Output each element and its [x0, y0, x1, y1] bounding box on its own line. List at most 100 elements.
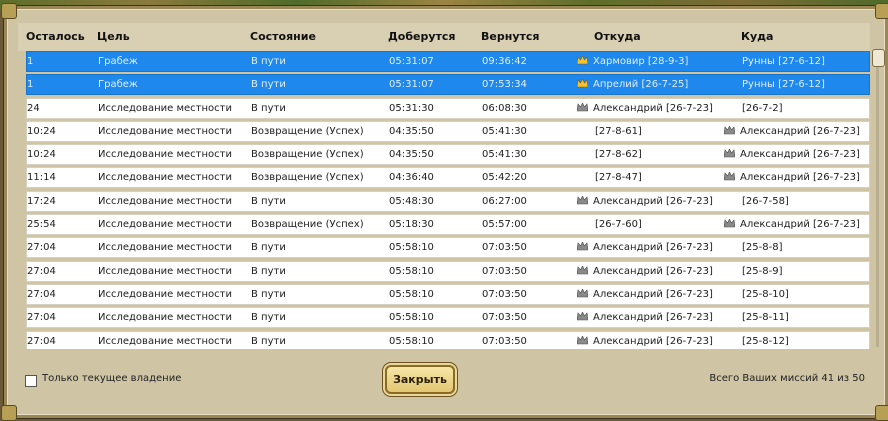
cell-remaining-text: 24: [27, 102, 40, 114]
cell-return: 07:03:50: [482, 332, 527, 349]
column-header-arrive[interactable]: Доберутся: [388, 23, 456, 51]
crown-icon: [577, 56, 593, 67]
table-row[interactable]: 25:54 Исследование местности Возвращение (…: [26, 214, 870, 236]
table-row[interactable]: 27:04 Исследование местности В пути 05:58:1…: [26, 237, 870, 259]
cell-remaining: 24: [27, 99, 40, 118]
cell-from: Апрелий [26-7-25]: [577, 75, 688, 94]
cell-remaining-text: 10:24: [27, 125, 56, 137]
cell-remaining-text: 1: [27, 79, 34, 91]
cell-target-text: Исследование местности: [98, 125, 232, 137]
cell-to: Рунны [27-6-12]: [742, 52, 825, 71]
cell-arrive: 04:35:50: [389, 145, 434, 164]
cell-target-text: Исследование местности: [98, 288, 232, 300]
cell-return-text: 07:03:50: [482, 265, 527, 277]
cell-target: Исследование местности: [98, 215, 232, 234]
cell-to-text: Александрий [26-7-23]: [740, 149, 860, 161]
cell-from: Александрий [26-7-23]: [577, 332, 713, 349]
table-row[interactable]: 1 Грабеж В пути 05:31:07 07:53:34 Апрелий [26…: [26, 74, 870, 96]
cell-return: 05:57:00: [482, 215, 527, 234]
cell-to: [25-8-8]: [742, 238, 782, 257]
cell-remaining-text: 17:24: [27, 195, 56, 207]
cell-status: Возвращение (Успех): [251, 215, 364, 234]
cell-from-text: Хармовир [28-9-3]: [593, 56, 689, 67]
cell-from: Александрий [26-7-23]: [577, 285, 713, 304]
table-row[interactable]: 10:24 Исследование местности Возвращение (…: [26, 120, 870, 142]
cell-to: Александрий [26-7-23]: [724, 168, 860, 187]
cell-status: Возвращение (Успех): [251, 122, 364, 141]
crown-icon: [577, 312, 593, 323]
cell-target: Исследование местности: [98, 122, 232, 141]
cell-remaining: 27:04: [27, 238, 56, 257]
cell-from: Александрий [26-7-23]: [577, 192, 713, 211]
missions-table: Осталось Цель Состояние Доберутся Вернут…: [18, 23, 870, 349]
cell-target-text: Исследование местности: [98, 195, 232, 207]
cell-return: 07:03:50: [482, 262, 527, 281]
cell-status-text: В пути: [251, 79, 286, 91]
cell-arrive-text: 05:58:10: [389, 265, 434, 277]
cell-to-text: Александрий [26-7-23]: [740, 219, 860, 231]
cell-from: [26-7-60]: [595, 215, 642, 234]
table-row[interactable]: 27:04 Исследование местности В пути 05:58:1…: [26, 307, 870, 329]
cell-arrive: 05:18:30: [389, 215, 434, 234]
cell-status: Возвращение (Успех): [251, 145, 364, 164]
column-header-from[interactable]: Откуда: [594, 23, 641, 51]
scrollbar[interactable]: [872, 49, 885, 349]
crown-icon: [724, 125, 740, 137]
close-button[interactable]: Закрыть: [385, 365, 455, 394]
cell-return-text: 06:27:00: [482, 195, 527, 207]
cell-from-text: [27-8-47]: [595, 172, 642, 184]
crown-icon: [577, 195, 593, 207]
cell-status-text: В пути: [251, 56, 286, 67]
cell-return-text: 07:03:50: [482, 312, 527, 324]
table-row[interactable]: 17:24 Исследование местности В пути 05:48:3…: [26, 190, 870, 212]
cell-return: 05:42:20: [482, 168, 527, 187]
cell-arrive-text: 05:31:07: [389, 79, 434, 91]
column-header-status[interactable]: Состояние: [250, 23, 316, 51]
cell-to: Александрий [26-7-23]: [724, 215, 860, 234]
column-header-to[interactable]: Куда: [741, 23, 773, 51]
cell-remaining-text: 10:24: [27, 149, 56, 161]
table-row[interactable]: 27:04 Исследование местности В пути 05:58:1…: [26, 283, 870, 305]
column-header-target[interactable]: Цель: [97, 23, 130, 51]
cell-from: [27-8-61]: [595, 122, 642, 141]
cell-status-text: Возвращение (Успех): [251, 219, 364, 231]
column-header-return[interactable]: Вернутся: [481, 23, 539, 51]
scrollbar-thumb[interactable]: [872, 49, 885, 67]
cell-status-text: Возвращение (Успех): [251, 172, 364, 184]
table-row[interactable]: 1 Грабеж В пути 05:31:07 09:36:42 Хармовир [2…: [26, 51, 870, 72]
cell-target: Исследование местности: [98, 308, 232, 327]
cell-to-text: [25-8-11]: [742, 312, 789, 324]
table-row[interactable]: 24 Исследование местности В пути 05:31:30 06…: [26, 97, 870, 119]
cell-status: В пути: [251, 332, 286, 349]
cell-target: Исследование местности: [98, 168, 232, 187]
cell-from-text: Александрий [26-7-23]: [593, 265, 713, 277]
cell-status-text: В пути: [251, 102, 286, 114]
scrollbar-track[interactable]: [876, 49, 879, 347]
cell-remaining-text: 1: [27, 56, 34, 67]
cell-from-text: Апрелий [26-7-25]: [593, 79, 689, 91]
table-row[interactable]: 27:04 Исследование местности В пути 05:58:1…: [26, 330, 870, 349]
cell-to-text: [26-7-58]: [742, 195, 789, 207]
cell-arrive: 04:35:50: [389, 122, 434, 141]
crown-icon: [724, 219, 740, 230]
cell-remaining: 11:14: [27, 168, 56, 187]
missions-total-label: Всего Ваших миссий 41 из 50: [709, 373, 865, 384]
column-header-remaining[interactable]: Осталось: [26, 23, 85, 51]
table-row[interactable]: 27:04 Исследование местности В пути 05:58:1…: [26, 260, 870, 282]
cell-target-text: Исследование местности: [98, 265, 232, 277]
cell-arrive-text: 05:58:10: [389, 312, 434, 324]
current-holding-label[interactable]: Только текущее владение: [42, 373, 181, 384]
current-holding-checkbox[interactable]: [25, 375, 37, 387]
cell-arrive-text: 05:58:10: [389, 288, 434, 300]
cell-remaining: 10:24: [27, 122, 56, 141]
cell-arrive-text: 05:18:30: [389, 219, 434, 231]
crown-icon: [724, 172, 740, 183]
cell-target-text: Исследование местности: [98, 102, 232, 114]
cell-to: [26-7-2]: [742, 99, 782, 118]
table-row[interactable]: 10:24 Исследование местности Возвращение (…: [26, 144, 870, 166]
cell-from-text: Александрий [26-7-23]: [593, 102, 713, 114]
cell-status: В пути: [251, 238, 286, 257]
table-header: Осталось Цель Состояние Доберутся Вернут…: [18, 23, 870, 51]
cell-target: Исследование местности: [98, 192, 232, 211]
table-row[interactable]: 11:14 Исследование местности Возвращение (…: [26, 167, 870, 189]
